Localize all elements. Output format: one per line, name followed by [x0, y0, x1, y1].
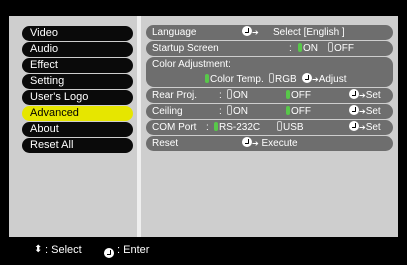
enter-icon	[349, 105, 359, 115]
rear-proj-set-action[interactable]: ➔Set	[349, 88, 381, 103]
com-port-usb-option[interactable]: USB	[277, 120, 304, 135]
com-port-set-action[interactable]: ➔Set	[349, 120, 381, 135]
rear-proj-off-option[interactable]: OFF	[286, 88, 311, 103]
startup-screen-off-option[interactable]: OFF	[328, 41, 354, 56]
selected-indicator-icon	[298, 43, 302, 52]
right-arrow-icon: ➔	[312, 75, 319, 84]
menu-item-setting[interactable]: Setting	[22, 74, 133, 89]
up-down-arrows-icon: ⬍	[34, 244, 43, 255]
language-label: Language	[152, 27, 197, 38]
ceiling-label: Ceiling	[152, 106, 183, 117]
ceiling-on-option[interactable]: ON	[227, 104, 248, 119]
menu-item-audio[interactable]: Audio	[22, 42, 133, 57]
menu-item-advanced[interactable]: Advanced	[22, 106, 133, 121]
language-select[interactable]: Select [English ]	[273, 25, 345, 40]
startup-screen-on-option[interactable]: ON	[298, 41, 318, 56]
unselected-indicator-icon	[269, 73, 274, 83]
enter-icon	[302, 73, 312, 83]
select-hint: : Select	[45, 244, 82, 256]
status-bar: ⬍ : Select : Enter	[0, 240, 407, 260]
menu-item-effect[interactable]: Effect	[22, 58, 133, 73]
right-arrow-icon: ➔	[252, 139, 259, 148]
enter-icon	[349, 121, 359, 131]
setting-row-rear-proj[interactable]: Rear Proj. : ON OFF ➔Set	[146, 88, 393, 103]
language-enter[interactable]: ➔	[242, 25, 259, 40]
enter-icon	[242, 26, 252, 36]
enter-hint: : Enter	[117, 244, 150, 256]
color-temp-option[interactable]: Color Temp.	[205, 72, 264, 87]
right-arrow-icon: ➔	[359, 123, 366, 132]
menu-item-users-logo[interactable]: User's Logo	[22, 90, 133, 105]
menu-item-about[interactable]: About	[22, 122, 133, 137]
color-adjustment-label: Color Adjustment:	[152, 59, 231, 70]
selected-indicator-icon	[286, 106, 290, 115]
projector-osd-screen: Video Audio Effect Setting User's Logo A…	[0, 0, 407, 260]
right-arrow-icon: ➔	[359, 91, 366, 100]
rear-proj-separator: :	[219, 90, 222, 101]
ceiling-set-action[interactable]: ➔Set	[349, 104, 381, 119]
setting-row-reset[interactable]: Reset ➔ Execute	[146, 136, 393, 151]
menu-item-reset-all[interactable]: Reset All	[22, 138, 133, 153]
unselected-indicator-icon	[328, 42, 333, 52]
startup-screen-separator: :	[289, 43, 292, 54]
setting-row-startup-screen[interactable]: Startup Screen : ON OFF	[146, 41, 393, 56]
ceiling-separator: :	[219, 106, 222, 117]
startup-screen-label: Startup Screen	[152, 43, 219, 54]
com-port-rs232c-option[interactable]: RS-232C	[214, 120, 260, 135]
rear-proj-label: Rear Proj.	[152, 90, 198, 101]
right-arrow-icon: ➔	[359, 107, 366, 116]
menu-panel: Video Audio Effect Setting User's Logo A…	[9, 16, 398, 237]
reset-label: Reset	[152, 138, 179, 149]
setting-row-color-adjustment[interactable]: Color Adjustment: Color Temp. RGB ➔Adjus…	[146, 57, 393, 87]
selected-indicator-icon	[205, 74, 209, 83]
com-port-separator: :	[206, 122, 209, 133]
unselected-indicator-icon	[277, 121, 282, 131]
com-port-label: COM Port	[152, 122, 197, 133]
ceiling-off-option[interactable]: OFF	[286, 104, 311, 119]
enter-icon	[349, 89, 359, 99]
reset-execute-action[interactable]: ➔ Execute	[242, 136, 298, 151]
setting-row-language[interactable]: Language ➔ Select [English ]	[146, 25, 393, 40]
unselected-indicator-icon	[227, 89, 232, 99]
menu-item-video[interactable]: Video	[22, 26, 133, 41]
setting-row-com-port[interactable]: COM Port : RS-232C USB ➔Set	[146, 120, 393, 135]
selected-indicator-icon	[286, 90, 290, 99]
menu-divider	[137, 16, 141, 237]
setting-row-ceiling[interactable]: Ceiling : ON OFF ➔Set	[146, 104, 393, 119]
color-adjust-action[interactable]: ➔Adjust	[302, 72, 347, 87]
rear-proj-on-option[interactable]: ON	[227, 88, 248, 103]
right-arrow-icon: ➔	[252, 28, 259, 37]
unselected-indicator-icon	[227, 105, 232, 115]
enter-icon	[104, 245, 114, 265]
enter-icon	[242, 137, 252, 147]
selected-indicator-icon	[214, 122, 218, 131]
rgb-option[interactable]: RGB	[269, 72, 297, 87]
